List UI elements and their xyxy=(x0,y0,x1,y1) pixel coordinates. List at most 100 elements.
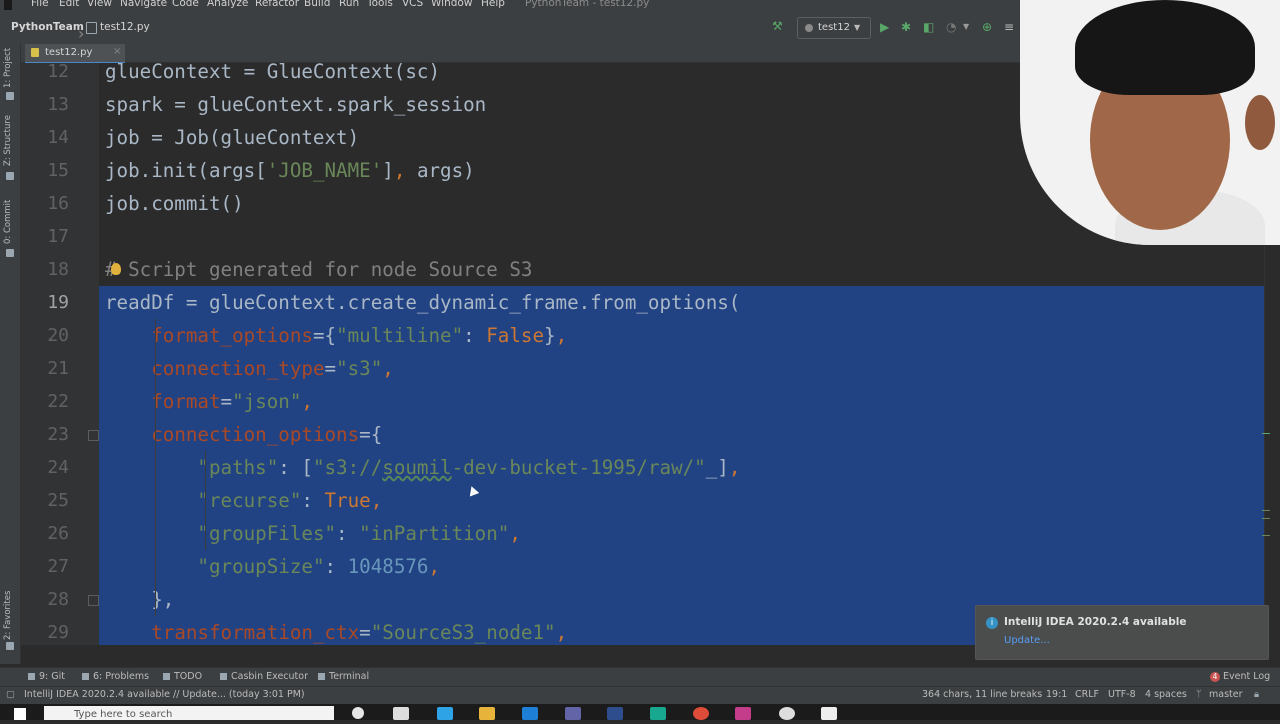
line-number: 19 xyxy=(47,292,69,313)
git-tool-button[interactable]: 9: Git xyxy=(28,671,65,682)
menu-run[interactable]: Run xyxy=(339,0,359,8)
intention-bulb-icon[interactable] xyxy=(111,263,121,275)
more-run-chevron-icon[interactable]: ▼ xyxy=(963,21,969,33)
commit-tool-button[interactable]: 0: Commit xyxy=(3,200,13,244)
status-toggle-icon[interactable]: ▢ xyxy=(6,689,15,700)
chrome-icon[interactable] xyxy=(693,707,709,720)
notepad-icon[interactable] xyxy=(821,707,837,720)
code-token: connection_options xyxy=(151,423,360,446)
fold-marker-icon[interactable] xyxy=(88,595,99,606)
edge-icon[interactable] xyxy=(650,707,666,720)
lock-icon[interactable]: 🔒︎ xyxy=(1254,689,1259,700)
run-configuration-select[interactable]: test12 ▼ xyxy=(797,17,871,39)
code-line[interactable]: "paths": ["s3://soumil-dev-bucket-1995/r… xyxy=(99,451,1264,484)
code-token: soumil xyxy=(382,456,452,479)
code-line[interactable]: "recurse": True, xyxy=(99,484,1264,517)
warning-marker xyxy=(1262,510,1270,511)
pycharm-icon[interactable] xyxy=(735,707,751,720)
debug-icon[interactable]: ✱ xyxy=(901,21,911,33)
chevron-down-icon: ▼ xyxy=(854,23,861,32)
update-link[interactable]: Update... xyxy=(1004,635,1050,646)
menu-edit[interactable]: Edit xyxy=(59,0,79,8)
breadcrumb-project[interactable]: PythonTeam xyxy=(11,21,84,33)
project-tool-button[interactable]: 1: Project xyxy=(3,48,13,88)
code-token: ={ xyxy=(312,324,337,347)
code-token: : xyxy=(463,324,487,347)
run-icon[interactable]: ▶ xyxy=(880,21,889,33)
code-text: job.commit() xyxy=(105,187,244,220)
code-line[interactable]: readDf = glueContext.create_dynamic_fram… xyxy=(99,286,1264,319)
casbin-tool-button[interactable]: Casbin Executor xyxy=(220,671,308,682)
cortana-icon[interactable] xyxy=(352,707,364,719)
line-number: 13 xyxy=(47,94,69,115)
code-line[interactable]: format_options={"multiline": False}, xyxy=(99,319,1264,352)
breadcrumb-file[interactable]: test12.py xyxy=(100,21,150,33)
menu-analyze[interactable]: Analyze xyxy=(207,0,248,8)
caret-position[interactable]: 19:1 xyxy=(1046,689,1067,700)
code-token: -dev-bucket-1995/raw/" xyxy=(451,456,706,479)
code-line[interactable]: "groupSize": 1048576, xyxy=(99,550,1264,583)
file-explorer-icon[interactable] xyxy=(479,707,495,720)
terminal-tool-button[interactable]: Terminal xyxy=(318,671,369,682)
menu-refactor[interactable]: Refactor xyxy=(255,0,299,8)
mail-icon[interactable] xyxy=(522,707,538,720)
menu-file[interactable]: File xyxy=(31,0,49,8)
git-branch[interactable]: master xyxy=(1209,689,1243,700)
hammer-build-icon[interactable]: ⚒ xyxy=(772,20,783,32)
event-log-button[interactable]: 4 Event Log xyxy=(1210,671,1270,682)
windows-start-icon[interactable] xyxy=(14,708,26,720)
code-token: , xyxy=(301,390,313,413)
menu-window[interactable]: Window xyxy=(431,0,472,8)
line-number: 27 xyxy=(47,556,69,577)
code-token: = xyxy=(359,621,371,644)
menu-code[interactable]: Code xyxy=(172,0,199,8)
close-tab-icon[interactable]: × xyxy=(113,46,121,57)
code-line[interactable]: "groupFiles": "inPartition", xyxy=(99,517,1264,550)
code-line[interactable]: connection_options={ xyxy=(99,418,1264,451)
code-line[interactable]: format="json", xyxy=(99,385,1264,418)
fold-marker-icon[interactable] xyxy=(88,430,99,441)
line-number: 12 xyxy=(47,61,69,82)
task-view-icon[interactable] xyxy=(393,707,409,720)
code-text: format_options={"multiline": False}, xyxy=(105,319,567,352)
file-encoding[interactable]: UTF-8 xyxy=(1108,689,1136,700)
indent-setting[interactable]: 4 spaces xyxy=(1145,689,1187,700)
line-number: 15 xyxy=(47,160,69,181)
code-token: , xyxy=(509,522,521,545)
menu-view[interactable]: View xyxy=(87,0,112,8)
taskbar-search[interactable]: Type here to search xyxy=(44,706,334,720)
teams-icon[interactable] xyxy=(565,707,581,720)
code-token: = xyxy=(324,357,337,380)
code-line[interactable]: # Script generated for node Source S3 xyxy=(99,253,1264,286)
menu-vcs[interactable]: VCS xyxy=(402,0,423,8)
commit-icon xyxy=(6,249,14,257)
code-text: format="json", xyxy=(105,385,313,418)
structure-tool-button[interactable]: Z: Structure xyxy=(3,115,13,166)
todo-tool-button[interactable]: TODO xyxy=(163,671,202,682)
code-line[interactable]: connection_type="s3", xyxy=(99,352,1264,385)
code-token: : xyxy=(324,555,348,578)
store-icon[interactable] xyxy=(607,707,623,720)
menu-navigate[interactable]: Navigate xyxy=(120,0,167,8)
coverage-icon[interactable]: ◧ xyxy=(923,21,934,33)
menu-tools[interactable]: Tools xyxy=(367,0,393,8)
code-token: "groupFiles" xyxy=(197,522,337,545)
code-token: job.init(args[ xyxy=(105,159,267,182)
menu-build[interactable]: Build xyxy=(304,0,330,8)
status-message[interactable]: IntelliJ IDEA 2020.2.4 available // Upda… xyxy=(24,689,305,700)
code-text: connection_options={ xyxy=(105,418,382,451)
code-text: "recurse": True, xyxy=(105,484,382,517)
line-separator[interactable]: CRLF xyxy=(1075,689,1099,700)
python-file-icon xyxy=(86,22,97,34)
vcs-update-icon[interactable]: ⊕ xyxy=(982,21,992,33)
line-number-gutter[interactable]: 12 13 14 15 16 17 18 19 20 21 22 23 24 25 26 27 28 29 xyxy=(21,61,99,645)
event-count-badge: 4 xyxy=(1210,672,1220,682)
profile-icon[interactable]: ◔ xyxy=(946,21,956,33)
intellij-taskbar-icon[interactable] xyxy=(437,707,453,720)
problems-tool-button[interactable]: 6: Problems xyxy=(82,671,149,682)
menu-help[interactable]: Help xyxy=(481,0,505,8)
github-icon[interactable] xyxy=(779,707,795,720)
favorites-tool-button[interactable]: 2: Favorites xyxy=(3,591,13,640)
vcs-commit-icon[interactable]: ≡ xyxy=(1004,21,1014,33)
